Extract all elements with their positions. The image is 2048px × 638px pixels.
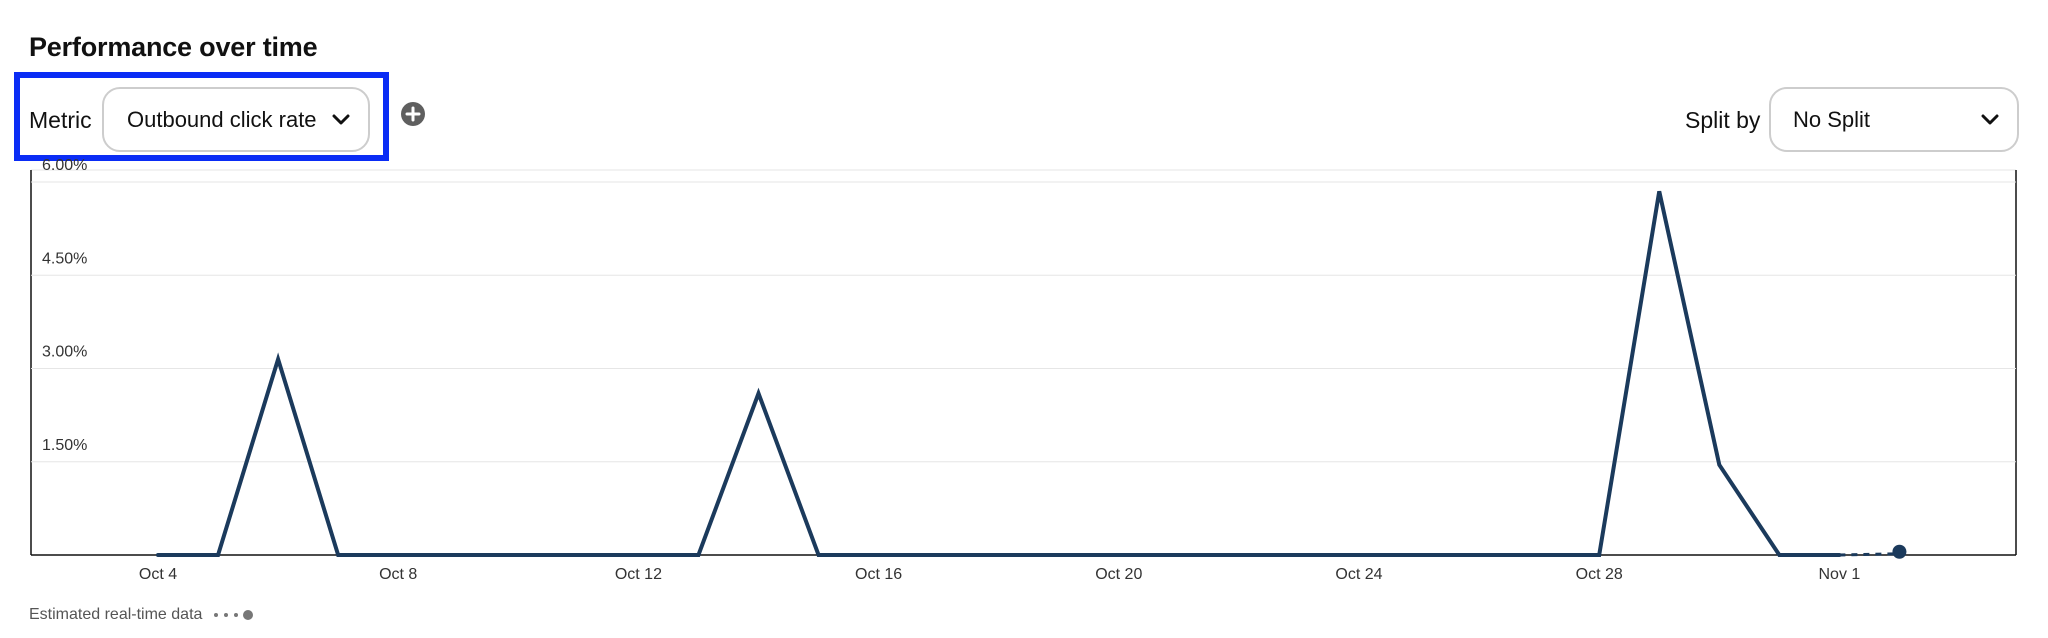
y-tick-label: 1.50% (42, 437, 87, 454)
x-tick-label: Oct 8 (379, 566, 417, 583)
estimated-last-point (1892, 544, 1907, 559)
performance-line-chart: 1.50% 3.00% 4.50% 6.00% Oct 4 Oct 8 Oct 12 Oct … (30, 157, 2017, 583)
y-tick-label: 3.00% (42, 344, 87, 361)
x-tick-label: Oct 16 (855, 566, 902, 583)
y-tick-label: 6.00% (42, 157, 87, 174)
x-tick-label: Oct 20 (1095, 566, 1142, 583)
estimated-data-label: Estimated real-time data (29, 606, 203, 623)
x-tick-label: Oct 12 (615, 566, 662, 583)
y-tick-label: 4.50% (42, 250, 87, 267)
x-tick-label: Oct 28 (1576, 566, 1623, 583)
x-tick-label: Oct 4 (139, 566, 177, 583)
x-tick-label: Nov 1 (1819, 566, 1861, 583)
x-tick-label: Oct 24 (1335, 566, 1382, 583)
series-line (156, 190, 1842, 557)
estimated-data-dots-icon (214, 610, 254, 620)
chart-legend: Estimated real-time data (29, 606, 258, 624)
